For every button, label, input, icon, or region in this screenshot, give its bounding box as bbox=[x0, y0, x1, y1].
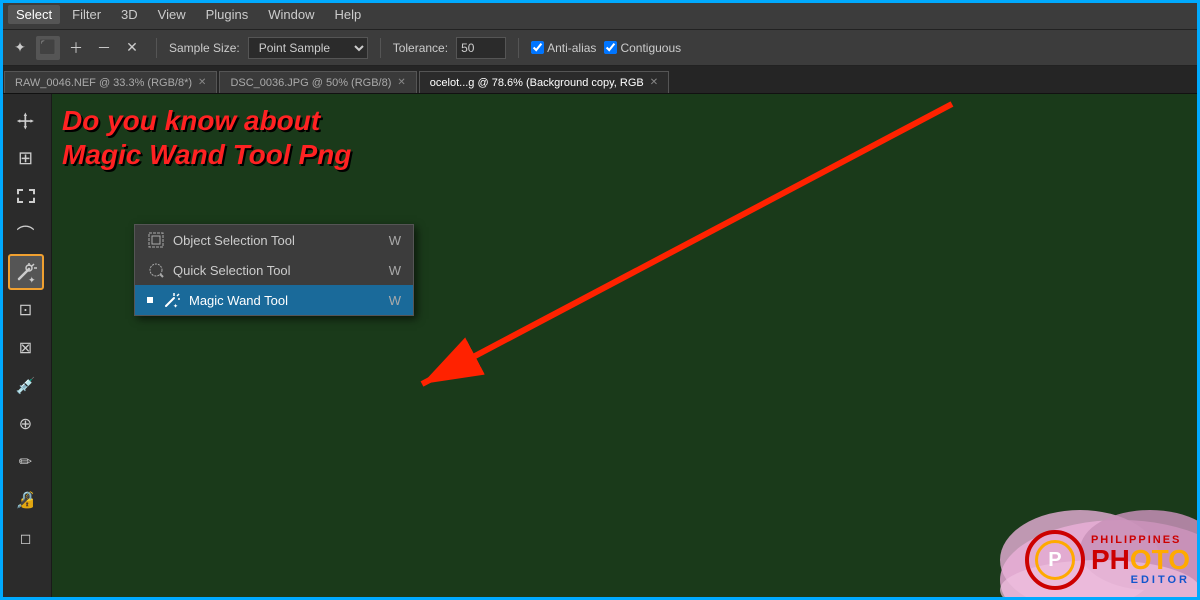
selected-bullet bbox=[147, 297, 153, 303]
magic-wand-label: Magic Wand Tool bbox=[189, 293, 381, 308]
sidebar-frame-tool[interactable]: ⊠ bbox=[8, 330, 44, 366]
subtract-selection-btn[interactable]: － bbox=[92, 36, 116, 60]
tolerance-label: Tolerance: bbox=[393, 41, 448, 55]
sidebar-lasso-tool[interactable]: ⌒ bbox=[8, 216, 44, 252]
contiguous-checkbox-label[interactable]: Contiguous bbox=[604, 41, 681, 55]
anti-alias-checkbox[interactable] bbox=[531, 41, 544, 54]
contiguous-label-text: Contiguous bbox=[620, 41, 681, 55]
tolerance-input[interactable] bbox=[456, 37, 506, 59]
tab-dsc-close[interactable]: ✕ bbox=[397, 77, 405, 88]
sidebar-eraser-tool[interactable]: ◻ bbox=[8, 520, 44, 556]
anti-alias-checkbox-label[interactable]: Anti-alias bbox=[531, 41, 596, 55]
menu-bar: Select Filter 3D View Plugins Window Hel… bbox=[0, 0, 1200, 30]
quick-selection-label: Quick Selection Tool bbox=[173, 263, 381, 278]
sidebar-artboard-tool[interactable]: ⊞ bbox=[8, 140, 44, 176]
intersect-selection-btn[interactable]: ✕ bbox=[120, 36, 144, 60]
sidebar-crop-tool[interactable]: ⊡ bbox=[8, 292, 44, 328]
context-menu-item-magic-wand[interactable]: ✦ Magic Wand Tool W bbox=[135, 285, 413, 315]
tool-options-icons: ✦ ⬛ ＋ － ✕ bbox=[8, 36, 144, 60]
object-selection-shortcut: W bbox=[389, 233, 401, 248]
quick-selection-icon bbox=[147, 261, 165, 279]
tab-ocelot-label: ocelot...g @ 78.6% (Background copy, RGB bbox=[430, 77, 644, 89]
tab-raw-label: RAW_0046.NEF @ 33.3% (RGB/8*) bbox=[15, 77, 192, 89]
menu-help[interactable]: Help bbox=[327, 5, 370, 24]
magic-wand-icon: ✦ bbox=[163, 291, 181, 309]
sidebar-stamp-tool[interactable]: 🔏 bbox=[8, 482, 44, 518]
menu-view[interactable]: View bbox=[150, 5, 194, 24]
tab-raw[interactable]: RAW_0046.NEF @ 33.3% (RGB/8*) ✕ bbox=[4, 71, 217, 93]
sidebar-brush-tool[interactable]: ✏ bbox=[8, 444, 44, 480]
sidebar-move-tool[interactable] bbox=[8, 102, 44, 138]
sample-size-label: Sample Size: bbox=[169, 41, 240, 55]
menu-3d[interactable]: 3D bbox=[113, 5, 146, 24]
svg-text:✦: ✦ bbox=[28, 275, 36, 283]
context-menu: Object Selection Tool W Quick Selection … bbox=[134, 224, 414, 316]
add-selection-btn[interactable]: ＋ bbox=[64, 36, 88, 60]
sidebar-healing-tool[interactable]: ⊕ bbox=[8, 406, 44, 442]
object-selection-label: Object Selection Tool bbox=[173, 233, 381, 248]
context-menu-item-object-selection[interactable]: Object Selection Tool W bbox=[135, 225, 413, 255]
menu-select[interactable]: Select bbox=[8, 5, 60, 24]
sample-size-dropdown[interactable]: Point Sample bbox=[248, 37, 368, 59]
tool-preset-picker[interactable]: ✦ bbox=[8, 36, 32, 60]
tab-dsc-label: DSC_0036.JPG @ 50% (RGB/8) bbox=[230, 77, 391, 89]
tab-dsc[interactable]: DSC_0036.JPG @ 50% (RGB/8) ✕ bbox=[219, 71, 416, 93]
options-divider-3 bbox=[518, 38, 519, 58]
sidebar: ⊞ ⌒ ✦ ⊡ ⊠ 💉 bbox=[0, 94, 52, 600]
menu-filter[interactable]: Filter bbox=[64, 5, 109, 24]
tab-ocelot[interactable]: ocelot...g @ 78.6% (Background copy, RGB… bbox=[419, 71, 669, 93]
tabs-bar: RAW_0046.NEF @ 33.3% (RGB/8*) ✕ DSC_0036… bbox=[0, 66, 1200, 94]
canvas-flower bbox=[900, 400, 1200, 600]
contiguous-checkbox[interactable] bbox=[604, 41, 617, 54]
sidebar-eyedropper-tool[interactable]: 💉 bbox=[8, 368, 44, 404]
menu-plugins[interactable]: Plugins bbox=[198, 5, 257, 24]
menu-window[interactable]: Window bbox=[260, 5, 322, 24]
sidebar-marquee-tool[interactable] bbox=[8, 178, 44, 214]
main-area: ⊞ ⌒ ✦ ⊡ ⊠ 💉 bbox=[0, 94, 1200, 600]
options-divider-2 bbox=[380, 38, 381, 58]
options-bar: ✦ ⬛ ＋ － ✕ Sample Size: Point Sample Tole… bbox=[0, 30, 1200, 66]
canvas-area: Object Selection Tool W Quick Selection … bbox=[52, 94, 1200, 600]
sidebar-magic-wand-tool[interactable]: ✦ bbox=[8, 254, 44, 290]
tab-raw-close[interactable]: ✕ bbox=[198, 77, 206, 88]
quick-selection-shortcut: W bbox=[389, 263, 401, 278]
magic-wand-shortcut: W bbox=[389, 293, 401, 308]
object-selection-icon bbox=[147, 231, 165, 249]
svg-text:✦: ✦ bbox=[173, 303, 178, 308]
anti-alias-label-text: Anti-alias bbox=[547, 41, 596, 55]
tab-ocelot-close[interactable]: ✕ bbox=[650, 77, 658, 88]
options-divider-1 bbox=[156, 38, 157, 58]
context-menu-item-quick-selection[interactable]: Quick Selection Tool W bbox=[135, 255, 413, 285]
new-selection-btn[interactable]: ⬛ bbox=[36, 36, 60, 60]
